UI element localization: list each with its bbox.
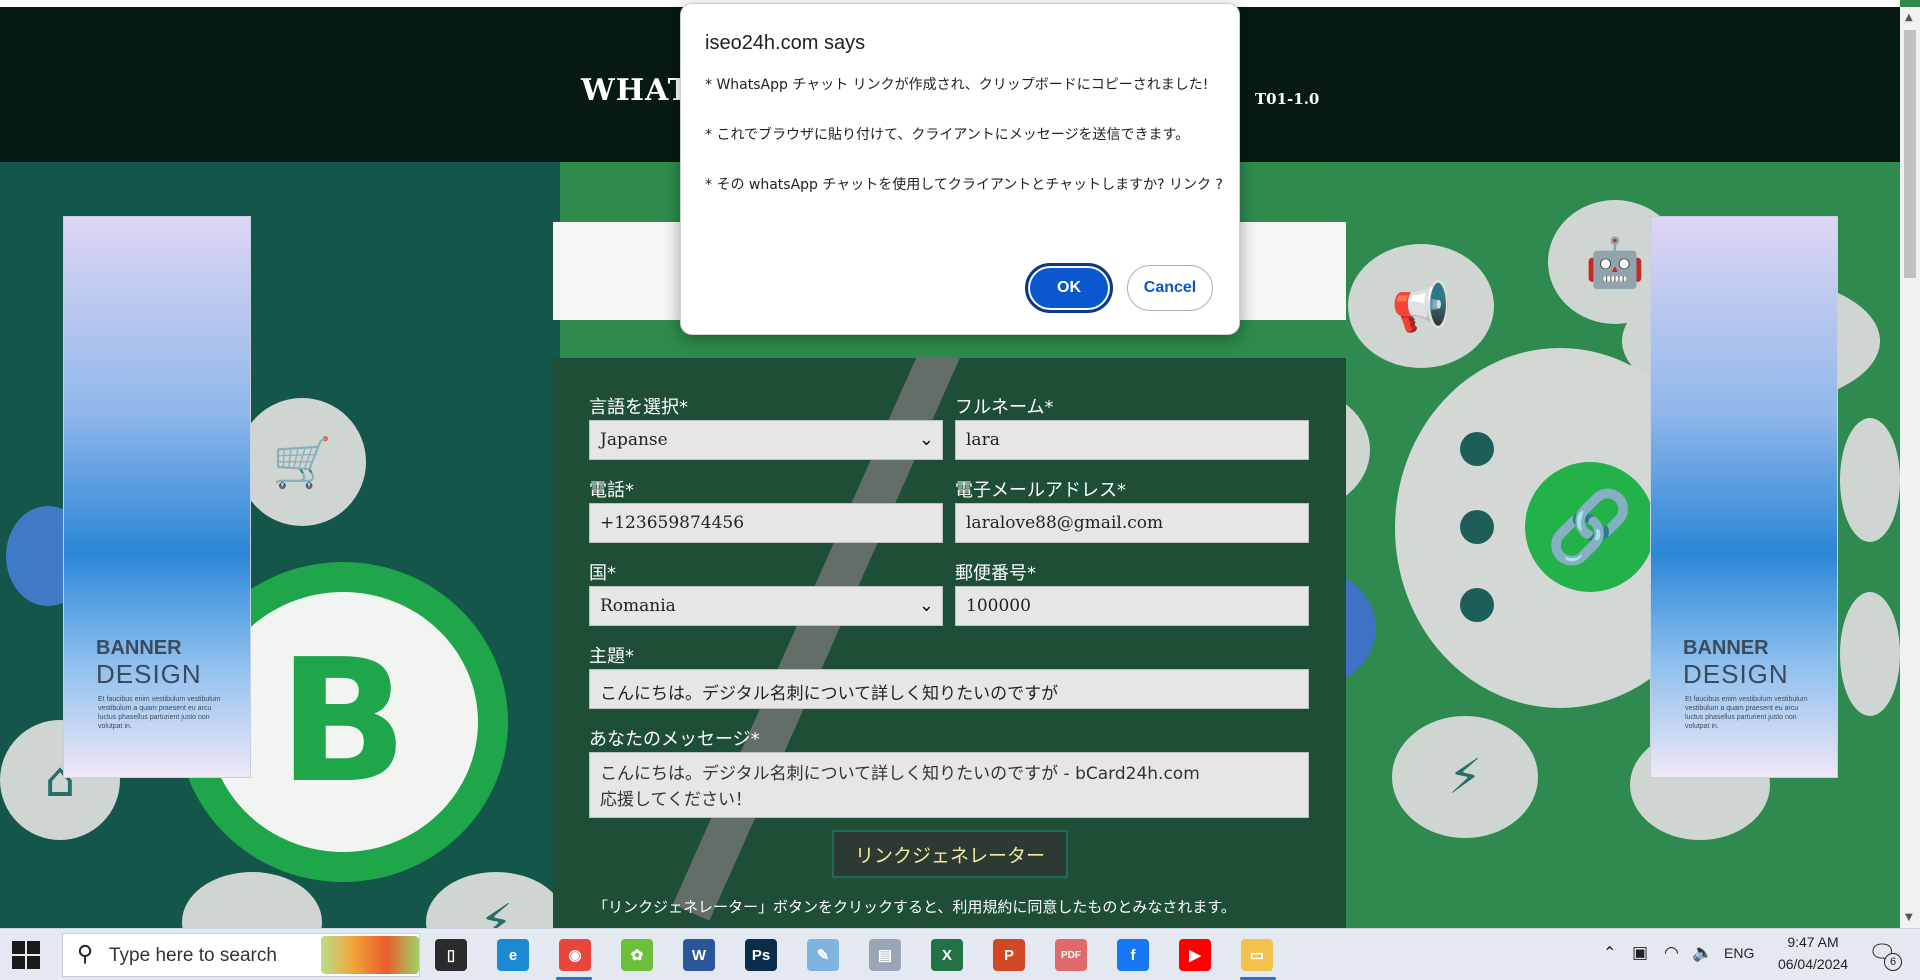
scroll-down-arrow-icon[interactable]: ▼ (1905, 912, 1913, 923)
start-button[interactable] (12, 941, 40, 969)
message-line-2: 応援してください！ (600, 790, 752, 810)
language-select-value: Japanse (600, 430, 668, 450)
powerpoint-icon[interactable]: P (993, 939, 1025, 971)
dialog-message-line-3: * その whatsApp チャットを使用してクライアントとチャットしますか? … (705, 177, 1223, 193)
email-value: laralove88@gmail.com (966, 513, 1164, 533)
tray-expand-icon[interactable]: ⌃ (1603, 943, 1616, 962)
megaphone-icon: 📢 (1391, 278, 1451, 335)
country-select[interactable]: Romania ⌄ (589, 586, 943, 626)
phone-input[interactable]: +123659874456 (589, 503, 943, 543)
header-version: T01-1.0 (1255, 90, 1320, 108)
message-textarea[interactable]: こんにちは。デジタル名刺について詳しく知りたいのですが - bCard24h.c… (589, 752, 1309, 818)
chain-link-icon: 🔗 (1525, 462, 1655, 592)
people-bubble (1840, 418, 1900, 542)
clock-date[interactable]: 06/04/2024 (1768, 956, 1858, 972)
input-language[interactable]: ENG (1724, 945, 1754, 961)
dialog-message-line-2: * これでブラウザに貼り付けて、クライアントにメッセージを送信できます。 (705, 127, 1190, 143)
network-node (1460, 588, 1494, 622)
excel-icon[interactable]: X (931, 939, 963, 971)
postal-label: 郵便番号* (955, 563, 1036, 584)
word-icon[interactable]: W (683, 939, 715, 971)
network-node (1460, 510, 1494, 544)
cart-icon: 🛒 (272, 434, 332, 491)
chevron-down-icon: ⌄ (918, 429, 934, 450)
clock-time[interactable]: 9:47 AM (1768, 934, 1858, 950)
link-generator-button[interactable]: リンクジェネレーター (832, 830, 1068, 878)
phone-value: +123659874456 (600, 513, 745, 533)
fullname-value: lara (966, 430, 1000, 450)
notification-count-badge: 6 (1884, 953, 1902, 971)
banner-subtitle: DESIGN (96, 659, 202, 689)
subject-input[interactable]: こんにちは。デジタル名刺について詳しく知りたいのですが (589, 669, 1309, 709)
terms-notice: 「リンクジェネレーター」ボタンをクリックすると、利用規約に同意したものとみなされ… (593, 898, 1236, 916)
scroll-up-arrow-icon[interactable]: ▲ (1905, 12, 1913, 23)
chevron-down-icon: ⌄ (918, 595, 934, 616)
network-node (1460, 432, 1494, 466)
windows-logo-tile (12, 956, 25, 969)
search-placeholder: Type here to search (109, 945, 277, 966)
phone-label: 電話* (589, 480, 634, 501)
megaphone-bubble: 📢 (1348, 244, 1494, 368)
facebook-icon[interactable]: f (1117, 939, 1149, 971)
wifi-icon[interactable]: ◠ (1664, 943, 1679, 963)
message-line-1: こんにちは。デジタル名刺について詳しく知りたいのですが - bCard24h.c… (600, 764, 1200, 784)
postal-input[interactable]: 100000 (955, 586, 1309, 626)
country-select-value: Romania (600, 596, 676, 616)
banner-right[interactable]: BANNER DESIGN Et faucibus enim vestibulu… (1650, 216, 1838, 778)
ok-button[interactable]: OK (1025, 263, 1113, 313)
windows-logo-tile (27, 956, 40, 969)
taskbar-search-box[interactable]: ⚲ Type here to search (62, 933, 420, 977)
paint-icon[interactable]: ✎ (807, 939, 839, 971)
language-select[interactable]: Japanse ⌄ (589, 420, 943, 460)
edge-icon[interactable]: e (497, 939, 529, 971)
email-input[interactable]: laralove88@gmail.com (955, 503, 1309, 543)
fullname-input[interactable]: lara (955, 420, 1309, 460)
banner-left[interactable]: BANNER DESIGN Et faucibus enim vestibulu… (63, 216, 251, 778)
dialog-title: iseo24h.com says (705, 32, 866, 54)
photoshop-icon[interactable]: Ps (745, 939, 777, 971)
banner-body-text: Et faucibus enim vestibulum vestibulum v… (1685, 696, 1808, 730)
windows-logo-tile (12, 941, 25, 954)
chrome-icon[interactable]: ◉ (559, 939, 591, 971)
cart-bubble: 🛒 (238, 398, 366, 526)
search-highlight-image (321, 936, 419, 974)
cart-bubble-right (1840, 592, 1900, 716)
search-icon: ⚲ (77, 942, 94, 967)
volume-icon[interactable]: 🔈 (1692, 943, 1713, 963)
meet-now-icon[interactable]: ▣ (1632, 943, 1648, 963)
banner-subtitle: DESIGN (1683, 659, 1789, 689)
pdf-icon[interactable]: PDF (1055, 939, 1087, 971)
banner-body-text: Et faucibus enim vestibulum vestibulum v… (98, 696, 221, 730)
fullname-label: フルネーム* (955, 397, 1054, 418)
bolt-bubble-right: ⚡ (1392, 716, 1538, 838)
task-view-icon[interactable]: ▯ (435, 939, 467, 971)
postal-value: 100000 (966, 596, 1031, 616)
dialog-message-line-1: * WhatsApp チャット リンクが作成され、クリップボードにコピーされまし… (705, 77, 1209, 93)
windows-logo-tile (27, 941, 40, 954)
language-label: 言語を選択* (589, 397, 688, 418)
country-label: 国* (589, 563, 616, 584)
header-title: WHAT (581, 73, 691, 108)
bolt-icon-right: ⚡ (1448, 749, 1482, 805)
subject-label: 主題* (589, 646, 634, 667)
banner-title: BANNER (1683, 637, 1769, 659)
subject-value: こんにちは。デジタル名刺について詳しく知りたいのですが (600, 684, 1059, 704)
windows-taskbar: ⚲ Type here to search ⌃ ▣ ◠ 🔈 ENG 9:47 A… (0, 928, 1920, 980)
email-label: 電子メールアドレス* (955, 480, 1126, 501)
file-explorer-icon[interactable]: ▭ (1241, 939, 1273, 971)
cancel-button[interactable]: Cancel (1127, 265, 1213, 311)
message-label: あなたのメッセージ* (589, 729, 760, 750)
confirm-dialog: iseo24h.com says * WhatsApp チャット リンクが作成さ… (680, 3, 1240, 335)
banner-title: BANNER (96, 637, 182, 659)
app-green-icon[interactable]: ✿ (621, 939, 653, 971)
youtube-icon[interactable]: ▶ (1179, 939, 1211, 971)
scrollbar-thumb[interactable] (1904, 30, 1916, 278)
notepad-icon[interactable]: ▤ (869, 939, 901, 971)
